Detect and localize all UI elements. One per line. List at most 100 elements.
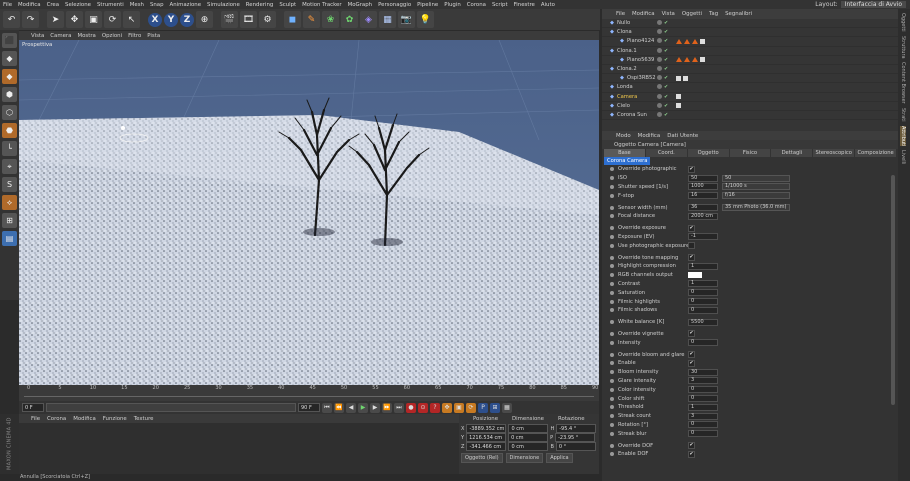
frame-range-slider[interactable] (46, 403, 296, 412)
animate-bullet-icon[interactable] (610, 340, 614, 345)
material-tag-icon[interactable] (676, 75, 681, 81)
texture-mode-icon[interactable]: ◆ (2, 69, 17, 84)
object-visibility-flags[interactable]: ✔ (657, 111, 668, 118)
property-value[interactable]: 16 (688, 192, 718, 200)
spline-pen-icon[interactable]: ✎ (303, 11, 320, 28)
viewport-menu-vista[interactable]: Vista (31, 33, 44, 39)
material-tag-icon[interactable] (676, 94, 681, 100)
grid-icon[interactable]: ▤ (2, 231, 17, 246)
color-swatch[interactable] (688, 272, 702, 279)
object-row[interactable]: ◆ Corona Sun ✔ (602, 111, 898, 121)
menu-item-aiuto[interactable]: Aiuto (541, 2, 555, 8)
menu-item-rendering[interactable]: Rendering (246, 2, 274, 8)
property-dropdown[interactable]: 35 mm Photo (36.0 mm) (722, 204, 790, 212)
animate-bullet-icon[interactable] (610, 167, 614, 172)
animate-bullet-icon[interactable] (610, 234, 614, 239)
property-value[interactable]: 1 (688, 403, 718, 411)
deformer-icon[interactable]: ◈ (360, 11, 377, 28)
position-field[interactable]: 1216.534 cm (466, 433, 507, 442)
object-visibility-flags[interactable]: ✔ (657, 75, 668, 81)
points-mode-icon[interactable]: ⬢ (2, 87, 17, 102)
material-menu-funzione[interactable]: Funzione (103, 416, 127, 422)
menu-item-animazione[interactable]: Animazione (170, 2, 202, 8)
menu-item-modifica[interactable]: Modifica (18, 2, 41, 8)
attribute-menu-modo[interactable]: Modo (616, 133, 631, 139)
animate-bullet-icon[interactable] (610, 378, 614, 383)
size-field[interactable]: 0 cm (508, 442, 549, 451)
side-tab-oggetti[interactable]: Oggetti (900, 13, 906, 32)
viewport-menu-camera[interactable]: Camera (50, 33, 71, 39)
animate-bullet-icon[interactable] (610, 387, 614, 392)
previous-keyframe-icon[interactable]: ⏪ (334, 402, 344, 413)
property-value[interactable]: 0 (688, 421, 718, 429)
tab-base[interactable]: Base (604, 149, 645, 157)
animate-bullet-icon[interactable] (610, 299, 614, 304)
object-visibility-flags[interactable]: ✔ (657, 38, 668, 44)
tab-fisico[interactable]: Fisico (729, 149, 771, 157)
property-checkbox[interactable]: ✔ (688, 351, 695, 359)
property-checkbox[interactable]: ✔ (688, 330, 695, 338)
animate-bullet-icon[interactable] (610, 370, 614, 375)
enabled-check-icon[interactable]: ✔ (664, 48, 668, 54)
property-value[interactable]: -1 (688, 233, 718, 241)
material-menu-file[interactable]: File (31, 416, 40, 422)
animate-bullet-icon[interactable] (610, 243, 614, 248)
animate-bullet-icon[interactable] (610, 281, 614, 286)
animate-bullet-icon[interactable] (610, 452, 614, 457)
menu-item-plugin[interactable]: Plugin (444, 2, 461, 8)
material-tag-icon[interactable] (684, 38, 690, 44)
viewport-menu-mostra[interactable]: Mostra (77, 33, 95, 39)
property-value[interactable]: 5500 (688, 318, 718, 326)
menu-item-corona[interactable]: Corona (467, 2, 486, 8)
property-value[interactable]: 3 (688, 377, 718, 385)
mograph-cloner-icon[interactable]: ✿ (341, 11, 358, 28)
property-dropdown[interactable]: 50 (722, 174, 790, 182)
material-menu-corona[interactable]: Corona (47, 416, 66, 422)
recent-tool-icon[interactable]: ↖ (123, 11, 140, 28)
next-keyframe-icon[interactable]: ⏩ (382, 402, 392, 413)
property-checkbox[interactable]: ✔ (688, 224, 695, 232)
animate-bullet-icon[interactable] (610, 396, 614, 401)
visibility-dot[interactable] (657, 102, 662, 108)
go-to-start-icon[interactable]: ⏮ (322, 402, 332, 413)
object-visibility-flags[interactable]: ✔ (657, 56, 668, 63)
autokey-icon[interactable]: ⊙ (418, 402, 428, 413)
axis-mode-icon[interactable]: └ (2, 141, 17, 156)
menu-item-personaggio[interactable]: Personaggio (378, 2, 411, 8)
animate-bullet-icon[interactable] (610, 184, 614, 189)
scene-floor-icon[interactable]: ▦ (379, 11, 396, 28)
property-checkbox[interactable]: ✔ (688, 254, 695, 262)
nurbs-icon[interactable]: ❀ (322, 11, 339, 28)
size-field[interactable]: 0 cm (508, 433, 549, 442)
visibility-dot[interactable] (657, 56, 662, 62)
layout-dropdown[interactable]: Interfaccia di Avvio (840, 1, 906, 8)
tab-composizione[interactable]: Composizione (855, 149, 897, 157)
property-checkbox[interactable]: ✔ (688, 359, 695, 367)
menu-item-motion-tracker[interactable]: Motion Tracker (302, 2, 341, 8)
keyframe-selection-icon[interactable]: ? (430, 402, 440, 413)
enabled-check-icon[interactable]: ✔ (664, 66, 668, 72)
property-value[interactable]: 3 (688, 412, 718, 420)
parameter-key-icon[interactable]: P (478, 402, 488, 413)
object-visibility-flags[interactable]: ✔ (657, 84, 668, 90)
property-value[interactable]: 0 (688, 289, 718, 297)
property-value[interactable]: 0 (688, 298, 718, 306)
object-name[interactable]: Ospi3RB52 (627, 75, 677, 81)
property-value[interactable]: 0 (688, 430, 718, 438)
object-name[interactable]: Piano4124 (627, 38, 677, 44)
enabled-check-icon[interactable]: ✔ (664, 38, 668, 44)
property-checkbox[interactable]: ✔ (688, 450, 695, 458)
render-settings-icon[interactable]: ⚙ (259, 11, 276, 28)
z-axis-lock-icon[interactable]: Z (180, 12, 194, 27)
menu-item-simulazione[interactable]: Simulazione (207, 2, 240, 8)
rotation-field[interactable]: -95.4 ° (556, 424, 597, 433)
property-value[interactable]: 1 (688, 262, 718, 270)
record-keys-icon[interactable]: ● (406, 402, 416, 413)
cube-primitive-icon[interactable]: ◼ (284, 11, 301, 28)
object-row[interactable]: ◆ Cielo ✔ (602, 102, 898, 111)
animate-bullet-icon[interactable] (610, 273, 614, 278)
animate-bullet-icon[interactable] (610, 422, 614, 427)
object-row[interactable]: ◆ Clona ✔ (602, 28, 898, 38)
make-editable-icon[interactable]: ⬛ (2, 33, 17, 48)
animate-bullet-icon[interactable] (610, 443, 614, 448)
